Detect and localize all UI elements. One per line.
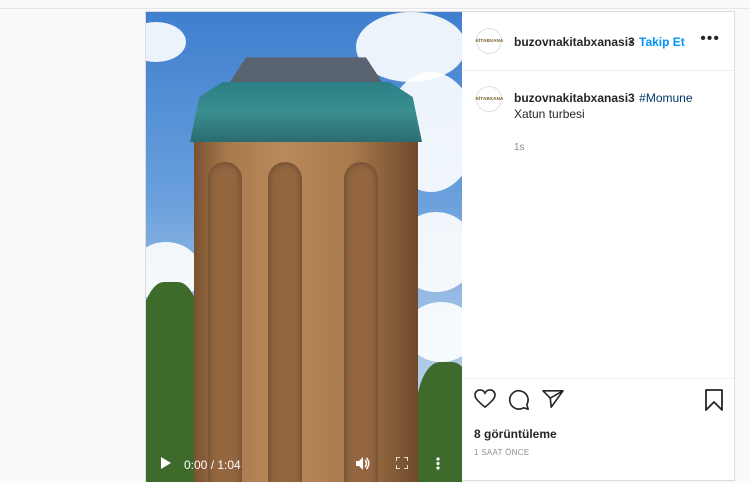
caption-time: 1s <box>514 142 525 153</box>
more-options-button[interactable]: ••• <box>700 30 720 48</box>
actions-section: 8 görüntüleme 1 SAAT ÖNCE <box>462 378 734 483</box>
bookmark-icon[interactable] <box>705 389 723 416</box>
post-username[interactable]: buzovnakitabxanasi3 <box>514 35 635 49</box>
share-icon[interactable] <box>542 389 564 414</box>
video-time: 0:00 / 1:04 <box>184 458 241 472</box>
caption-text: Xatun turbesi <box>514 107 585 121</box>
more-vertical-icon[interactable] <box>436 457 440 473</box>
avatar[interactable]: KİTABXANA <box>475 86 503 112</box>
mausoleum-tile-band <box>190 82 422 142</box>
tower-arch <box>208 162 242 482</box>
heart-icon[interactable] <box>474 389 496 414</box>
avatar[interactable]: KİTABXANA <box>475 28 503 54</box>
avatar-logo-text: KİTABXANA <box>475 96 503 102</box>
play-icon[interactable] <box>160 457 171 472</box>
tower-arch <box>344 162 378 482</box>
caption-username[interactable]: buzovnakitabxanasi3 <box>514 91 635 105</box>
fullscreen-icon[interactable] <box>395 456 409 472</box>
video-player[interactable]: 0:00 / 1:04 <box>146 12 462 482</box>
post-header: KİTABXANA buzovnakitabxanasi3 • Takip Et… <box>462 12 734 71</box>
avatar-logo-text: KİTABXANA <box>475 38 503 44</box>
tower-arch <box>268 162 302 482</box>
follow-button[interactable]: Takip Et <box>639 35 685 49</box>
caption-section: KİTABXANA buzovnakitabxanasi3 #Momune Xa… <box>462 70 734 378</box>
separator-dot: • <box>629 35 634 49</box>
posted-time[interactable]: 1 SAAT ÖNCE <box>474 448 529 457</box>
view-count[interactable]: 8 görüntüleme <box>474 427 557 441</box>
hashtag-link[interactable]: #Momune <box>639 91 692 105</box>
page-top-divider <box>0 8 750 9</box>
volume-icon[interactable] <box>356 457 370 473</box>
instagram-post: 0:00 / 1:04 KİTABXANA buzovnakitabxanasi… <box>145 11 735 483</box>
comment-icon[interactable] <box>508 389 530 416</box>
cloud <box>146 22 186 62</box>
video-controls: 0:00 / 1:04 <box>146 448 462 482</box>
